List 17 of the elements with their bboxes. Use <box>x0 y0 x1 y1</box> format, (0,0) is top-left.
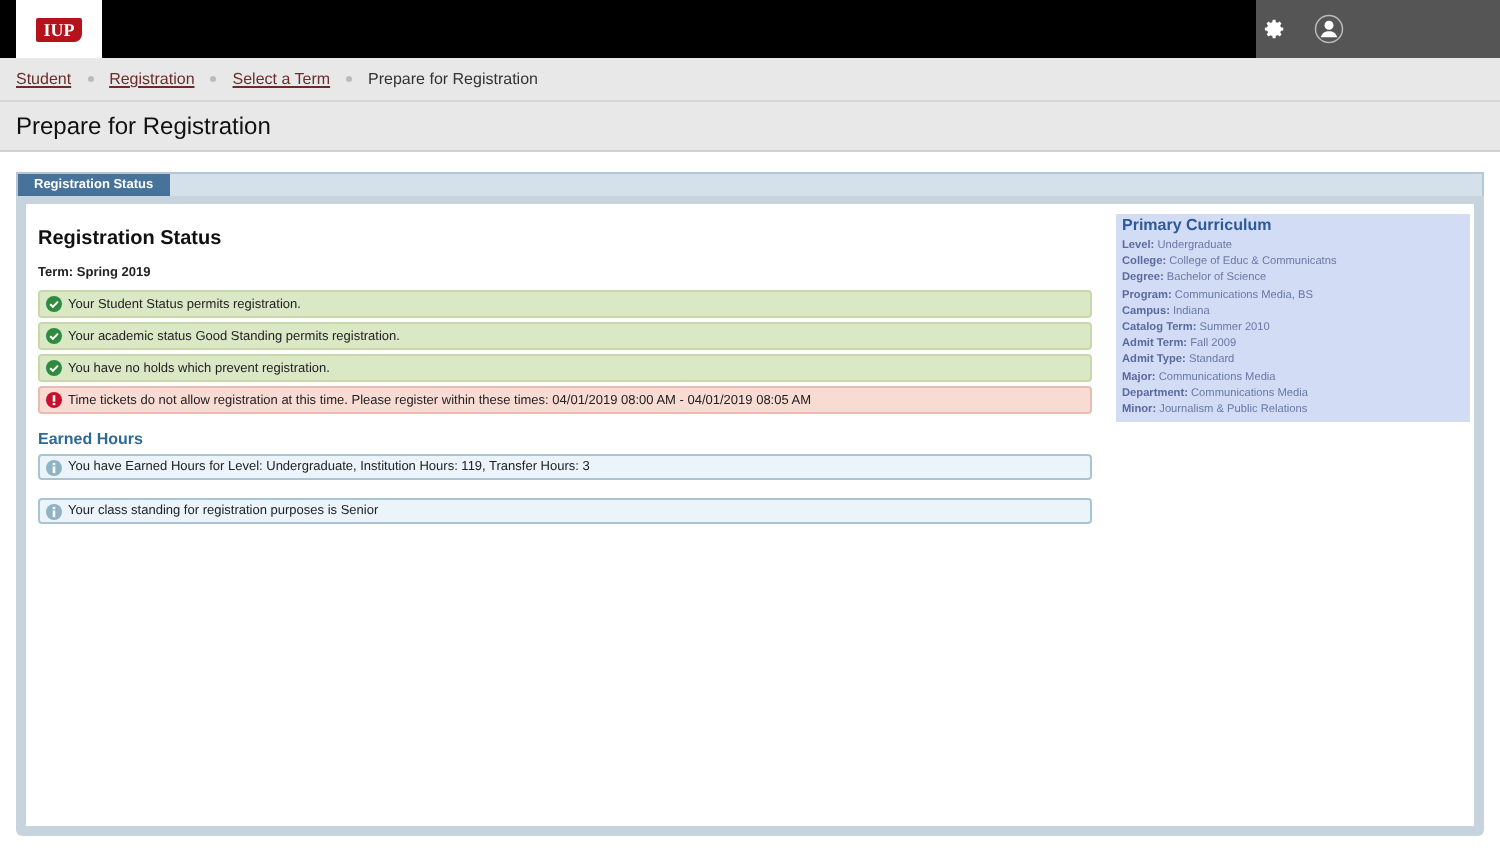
info-icon <box>46 503 62 519</box>
checkmark-icon <box>46 296 62 312</box>
alert-icon <box>46 392 62 408</box>
logo[interactable]: IUP <box>16 0 102 58</box>
checkmark-icon <box>46 360 62 376</box>
checkmark-icon <box>46 328 62 344</box>
info-icon <box>46 459 62 475</box>
card-title: Primary Curriculum <box>1122 216 1274 234</box>
section-heading: Registration Status <box>38 228 224 250</box>
breadcrumb-link[interactable]: Registration <box>109 70 195 88</box>
settings-icon[interactable] <box>1264 18 1286 40</box>
breadcrumb-link[interactable]: Select a Term <box>232 70 331 88</box>
page-title: Prepare for Registration <box>16 112 271 140</box>
breadcrumb-current: Prepare for Registration <box>368 70 538 88</box>
breadcrumb-link[interactable]: Student <box>16 70 72 88</box>
section-heading: Earned Hours <box>38 430 145 448</box>
user-avatar-icon[interactable] <box>1314 14 1344 44</box>
